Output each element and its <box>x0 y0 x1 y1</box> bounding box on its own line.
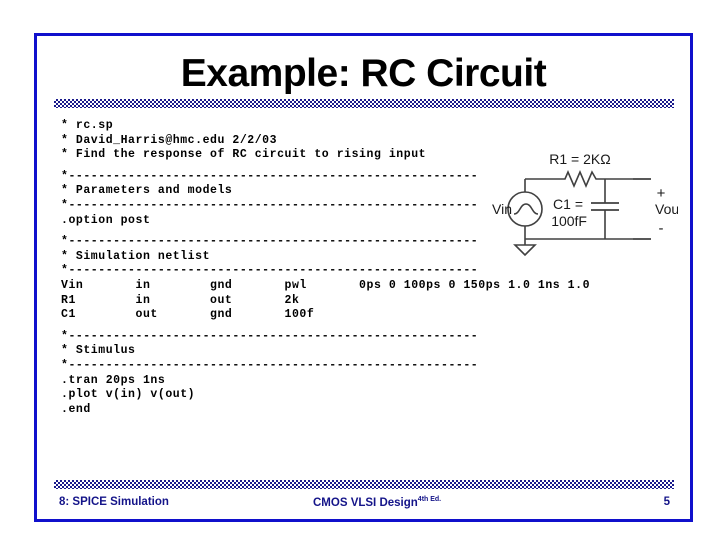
code-line: .tran 20ps 1ns <box>61 373 166 387</box>
footer-book-label: CMOS VLSI Design4th Ed. <box>313 496 441 509</box>
code-line: .plot v(in) v(out) <box>61 388 196 402</box>
footer-edition-label: 4th Ed. <box>417 496 442 503</box>
footer-page-number: 5 <box>663 496 670 508</box>
footer-book-title: CMOS VLSI Design <box>313 496 418 509</box>
page-title: Example: RC Circuit <box>180 52 547 95</box>
slide-frame: Example: RC Circuit * rc.sp * David_Harri… <box>34 33 693 522</box>
minus-terminal-label: - <box>659 220 664 237</box>
code-line: * rc.sp <box>61 119 114 132</box>
resistor-symbol <box>561 169 601 189</box>
code-line: C1 out gnd 100f <box>61 308 315 322</box>
code-line: .end <box>61 402 91 416</box>
capacitor-label-line2: 100fF <box>551 213 587 229</box>
code-line: R1 in out 2k <box>61 293 300 307</box>
capacitor-label-line1: C1 = <box>553 196 583 212</box>
footer: 8: SPICE Simulation CMOS VLSI Design4th … <box>54 494 674 514</box>
code-line: *---------------------------------------… <box>61 358 479 372</box>
code-line: * Stimulus <box>61 344 136 358</box>
resistor-label: R1 = 2KΩ <box>549 151 610 167</box>
divider-top <box>54 99 674 108</box>
code-line: *---------------------------------------… <box>61 264 479 278</box>
voltage-source-symbol <box>507 191 543 227</box>
ground-symbol <box>513 244 537 257</box>
divider-bottom <box>54 480 674 489</box>
source-label: Vin <box>492 201 512 217</box>
code-line: *---------------------------------------… <box>61 329 479 343</box>
code-line: Vin in gnd pwl 0ps 0 100ps 0 150ps 1.0 1… <box>61 278 591 292</box>
output-label: Vout <box>655 201 678 217</box>
footer-section-label: 8: SPICE Simulation <box>59 496 169 508</box>
ramp-waveform-icon <box>513 203 539 215</box>
rc-circuit-diagram: R1 = 2KΩ Vin C1 = 100fF Vout + - <box>483 141 678 259</box>
plus-terminal-label: + <box>657 185 666 202</box>
